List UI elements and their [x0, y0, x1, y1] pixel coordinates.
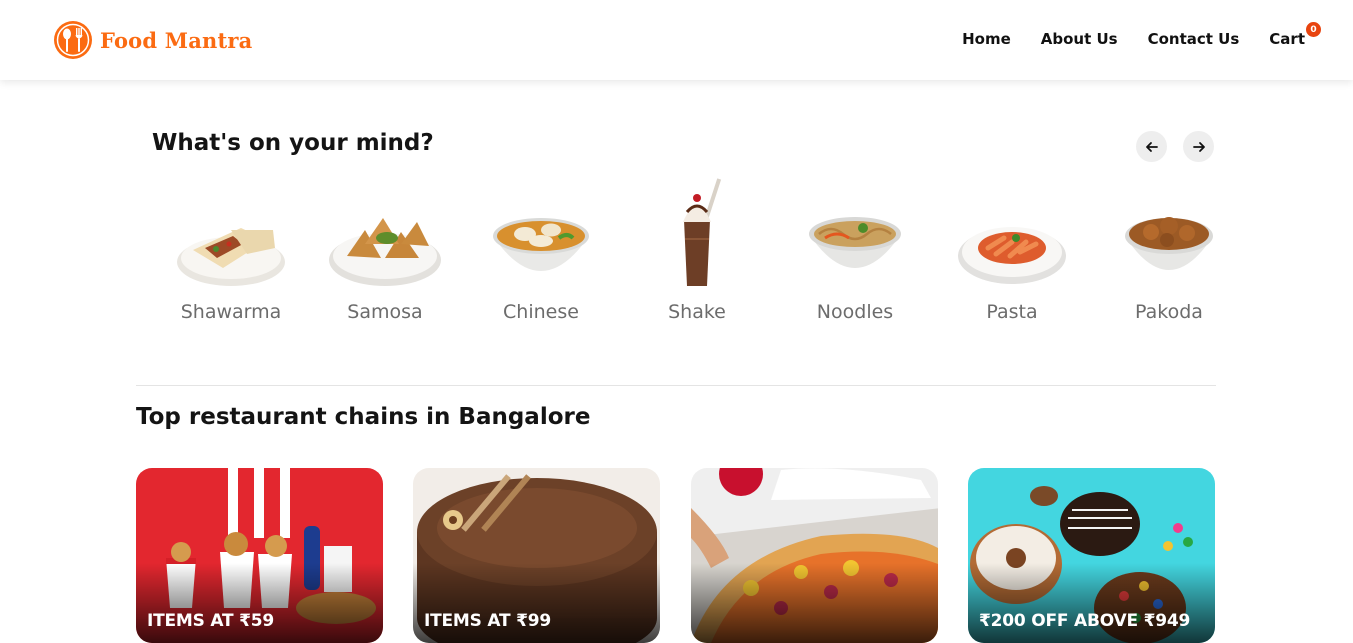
food-label: Chinese — [503, 301, 579, 323]
food-label: Pakoda — [1135, 301, 1203, 323]
arrow-right-icon — [1192, 141, 1205, 152]
main-nav: Home About Us Contact Us Cart 0 — [962, 22, 1321, 48]
pasta-image — [952, 178, 1072, 290]
cart-label: Cart — [1269, 30, 1305, 48]
food-category-pakoda[interactable]: Pakoda — [1094, 178, 1244, 328]
cart-count-badge: 0 — [1306, 22, 1321, 37]
restaurant-card-pizza-hut[interactable] — [691, 468, 938, 643]
restaurant-card-kfc[interactable]: ITEMS AT ₹59 — [136, 468, 383, 643]
food-category-noodles[interactable]: Noodles — [780, 178, 930, 328]
carousel-next-button[interactable] — [1183, 131, 1214, 162]
food-category-shawarma[interactable]: Shawarma — [156, 178, 306, 328]
nav-cart[interactable]: Cart 0 — [1269, 22, 1321, 48]
nav-about-us[interactable]: About Us — [1041, 30, 1118, 48]
section-title-chains: Top restaurant chains in Bangalore — [136, 404, 591, 430]
card-offer-text: ITEMS AT ₹99 — [424, 611, 552, 631]
food-category-samosa[interactable]: Samosa — [310, 178, 460, 328]
shake-image — [637, 178, 757, 290]
food-label: Shake — [668, 301, 726, 323]
food-label: Samosa — [347, 301, 423, 323]
shawarma-image — [171, 178, 291, 290]
fork-spoon-icon — [54, 21, 92, 59]
section-title-mind: What's on your mind? — [152, 130, 434, 156]
food-category-chinese[interactable]: Chinese — [466, 178, 616, 328]
restaurant-card-donuts[interactable]: ₹200 OFF ABOVE ₹949 — [968, 468, 1215, 643]
food-label: Noodles — [816, 301, 894, 323]
brand-logo[interactable]: Food Mantra — [52, 19, 252, 61]
food-label: Shawarma — [180, 301, 282, 323]
pakoda-image — [1109, 178, 1229, 290]
brand-name: Food Mantra — [100, 27, 253, 53]
section-divider — [136, 385, 1216, 386]
food-label: Pasta — [986, 301, 1038, 323]
carousel-prev-button[interactable] — [1136, 131, 1167, 162]
food-category-shake[interactable]: Shake — [622, 178, 772, 328]
nav-home[interactable]: Home — [962, 30, 1011, 48]
top-header: Food Mantra Home About Us Contact Us Car… — [0, 0, 1353, 80]
chinese-image — [481, 178, 601, 290]
card-offer-text: ITEMS AT ₹59 — [147, 611, 275, 631]
samosa-image — [325, 178, 445, 290]
nav-contact-us[interactable]: Contact Us — [1148, 30, 1240, 48]
arrow-left-icon — [1145, 141, 1158, 152]
food-category-pasta[interactable]: Pasta — [937, 178, 1087, 328]
card-offer-text: ₹200 OFF ABOVE ₹949 — [979, 611, 1191, 631]
restaurant-card-cake[interactable]: ITEMS AT ₹99 — [413, 468, 660, 643]
noodles-image — [795, 178, 915, 290]
